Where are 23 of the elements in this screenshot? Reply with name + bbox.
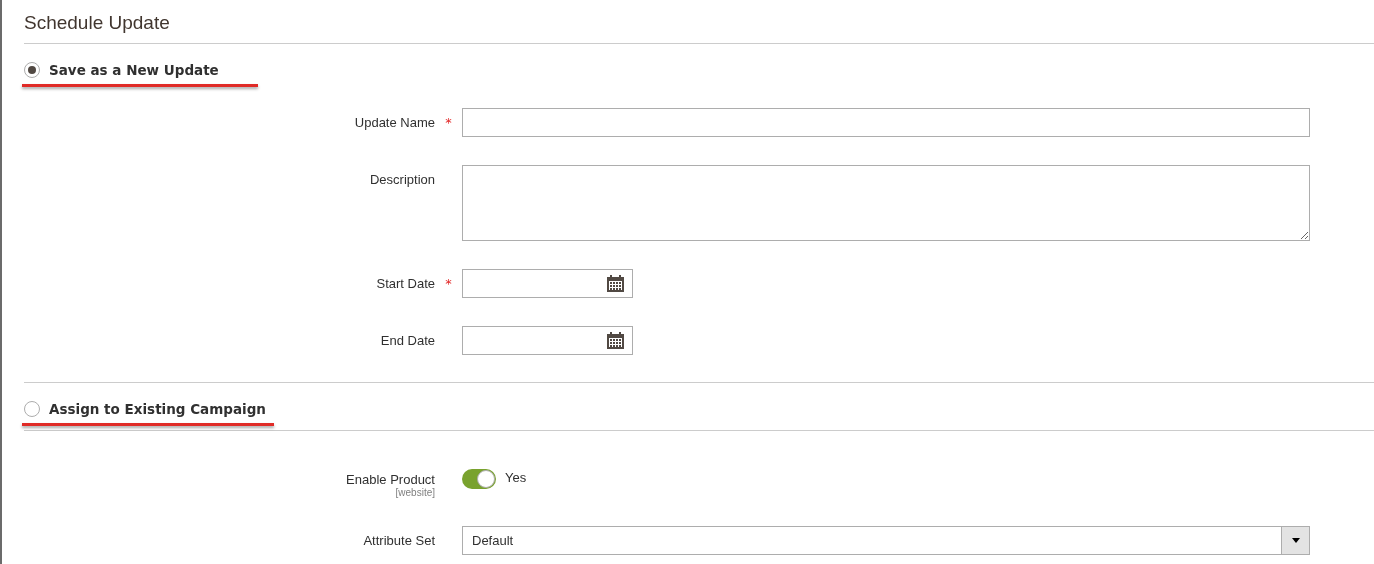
field-label: Start Date [376,276,435,291]
required-mark: * [445,276,452,291]
radio-label[interactable]: Save as a New Update [49,62,219,78]
field-label: Description [369,172,435,187]
calendar-icon[interactable] [606,331,625,350]
select-dropdown[interactable]: Default [462,526,1310,555]
date-field[interactable] [462,269,633,298]
toggle-label: Yes [505,469,527,485]
required-mark: * [445,115,452,130]
scope-label: [website] [395,487,435,498]
text-field[interactable] [462,108,1310,137]
calendar-icon[interactable] [606,274,625,293]
section-title: Schedule Update [24,0,1374,44]
radio-button[interactable] [24,401,40,417]
radio-button[interactable] [24,62,40,78]
field-label: Enable Product [346,472,435,487]
field-label: Update Name [354,115,435,130]
radio-label[interactable]: Assign to Existing Campaign [49,401,266,417]
field-label: End Date [380,333,435,348]
caret-icon [1291,538,1300,543]
toggle-switch[interactable] [462,469,496,489]
date-field[interactable] [462,326,633,355]
field-label: Attribute Set [363,533,435,548]
